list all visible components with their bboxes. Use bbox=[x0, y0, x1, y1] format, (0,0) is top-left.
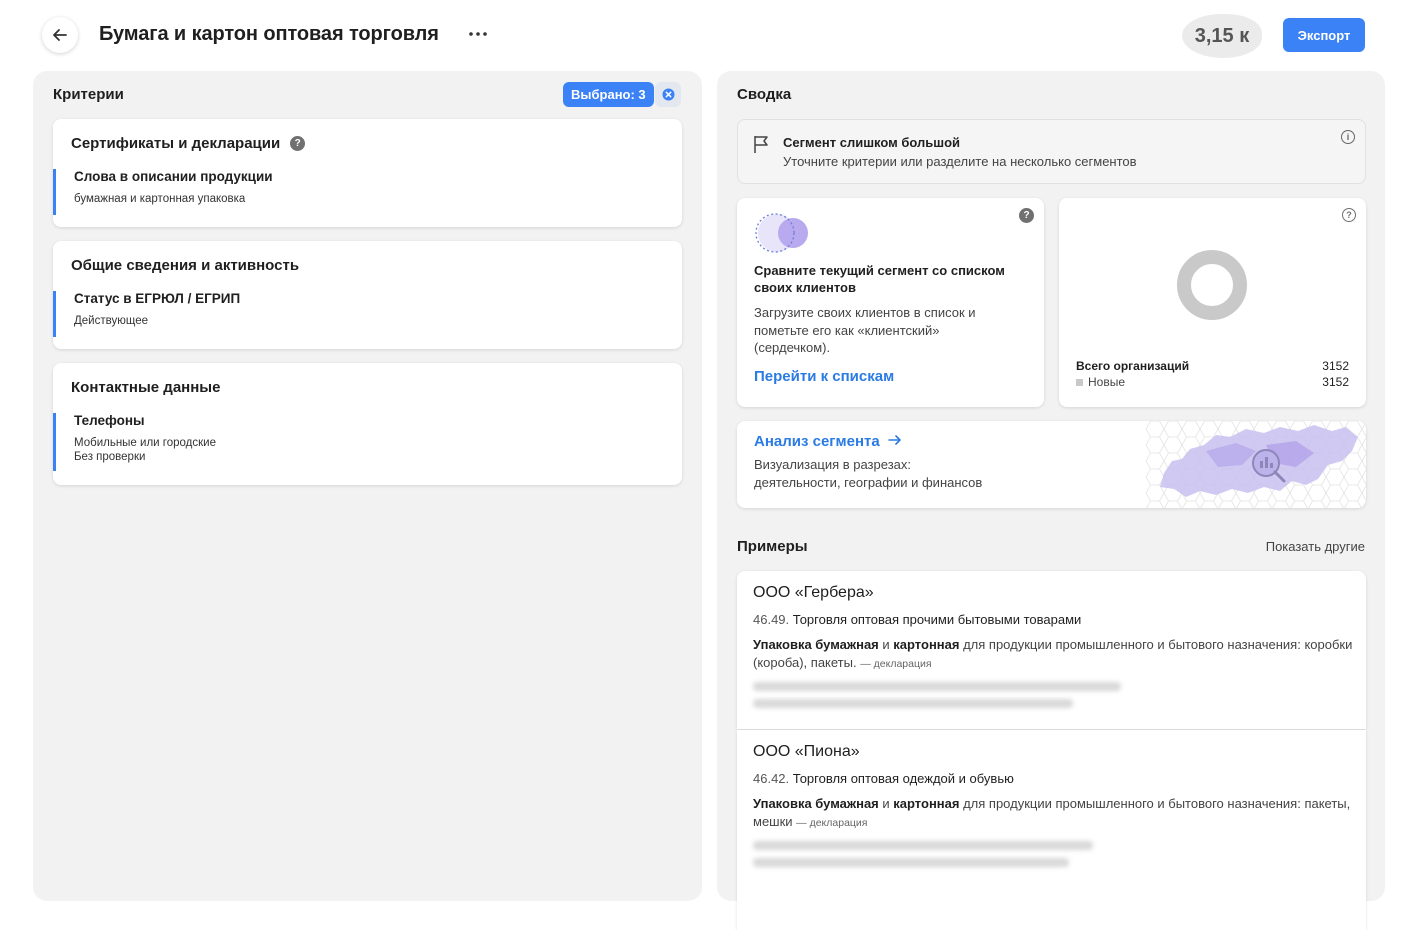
summary-panel: Сводка Сегмент слишком большой Уточните … bbox=[717, 71, 1385, 930]
flag-icon bbox=[754, 136, 768, 153]
compare-title: Сравните текущий сегмент со списком свои… bbox=[754, 263, 1005, 295]
segment-warning: Сегмент слишком большой Уточните критери… bbox=[737, 119, 1366, 184]
stats-total-label: Всего организаций bbox=[1076, 359, 1190, 373]
criteria-panel: Критерии Выбрано: 3 Сертификаты и деклар… bbox=[33, 71, 702, 901]
criteria-card-title: Контактные данные bbox=[71, 379, 220, 396]
criteria-item-value: Действующее bbox=[74, 315, 148, 327]
criteria-card-title: Общие сведения и активность bbox=[71, 257, 299, 274]
segment-analysis-line: деятельности, географии и финансов bbox=[754, 475, 983, 490]
donut-new-segment bbox=[1177, 250, 1247, 320]
criteria-item-value: бумажная и картонная упаковка bbox=[74, 193, 246, 205]
arrow-left-icon bbox=[53, 29, 67, 41]
examples-title: Примеры bbox=[737, 538, 808, 555]
segment-overlap-icon bbox=[755, 213, 808, 253]
company-okved: 46.49. Торговля оптовая прочими бытовыми… bbox=[753, 612, 1081, 627]
warning-title: Сегмент слишком большой bbox=[783, 135, 961, 150]
criteria-card-title-text: Сертификаты и декларации bbox=[71, 135, 281, 152]
stats-total-value: 3152 bbox=[1322, 359, 1349, 373]
segment-analysis-link-text: Анализ сегмента bbox=[754, 433, 880, 450]
show-more-examples-link[interactable]: Показать другие bbox=[1266, 539, 1365, 554]
example-company-card[interactable]: ООО «Пиона» 46.42. Торговля оптовая одеж… bbox=[737, 730, 1366, 930]
okved-text: Торговля оптовая одеждой и обувью bbox=[792, 771, 1014, 786]
okved-code: 46.49. bbox=[753, 612, 790, 627]
company-product-description: Упаковка бумажная и картонная для продук… bbox=[753, 636, 1353, 673]
example-company-card[interactable]: ООО «Гербера» 46.49. Торговля оптовая пр… bbox=[737, 571, 1366, 729]
stats-new-value: 3152 bbox=[1322, 375, 1349, 389]
stats-total-row: Всего организаций 3152 bbox=[1076, 359, 1349, 373]
compare-clients-card: ? Сравните текущий сегмент со списком св… bbox=[737, 198, 1044, 407]
blurred-contacts bbox=[753, 699, 1073, 708]
segment-analysis-text: Визуализация в разрезах: деятельности, г… bbox=[754, 456, 1054, 492]
compare-text: Загрузите своих клиентов в список и поме… bbox=[754, 305, 976, 355]
organizations-donut-chart bbox=[1177, 250, 1247, 320]
blurred-address bbox=[753, 682, 1121, 691]
segment-analysis-line: Визуализация в разрезах: bbox=[754, 457, 911, 472]
criteria-card-general[interactable]: Общие сведения и активность Статус в ЕГР… bbox=[53, 241, 682, 349]
okved-text: Торговля оптовая прочими бытовыми товара… bbox=[792, 612, 1082, 627]
desc-conjunction: и bbox=[882, 637, 890, 652]
legend-swatch bbox=[1076, 379, 1083, 386]
warning-subtitle: Уточните критерии или разделите на неско… bbox=[783, 154, 1137, 169]
criteria-item-title: Слова в описании продукции bbox=[74, 169, 273, 184]
segment-count-badge: 3,15 к bbox=[1182, 14, 1262, 58]
company-name: ООО «Гербера» bbox=[753, 584, 874, 601]
back-button[interactable] bbox=[42, 17, 78, 53]
page-title: Бумага и картон оптовая торговля bbox=[99, 23, 439, 45]
criteria-item[interactable]: Статус в ЕГРЮЛ / ЕГРИП Действующее bbox=[53, 291, 240, 337]
russia-map-illustration bbox=[1146, 421, 1366, 508]
criteria-item[interactable]: Телефоны Мобильные или городские Без про… bbox=[53, 413, 216, 471]
arrow-right-icon bbox=[888, 435, 901, 445]
highlight-word: картонная bbox=[893, 637, 960, 652]
criteria-item-value: Без проверки bbox=[74, 451, 146, 463]
company-product-description: Упаковка бумажная и картонная для продук… bbox=[753, 795, 1353, 832]
blurred-address bbox=[753, 841, 1093, 850]
criteria-item-title: Телефоны bbox=[74, 413, 145, 428]
more-dots-icon bbox=[469, 32, 487, 36]
segment-analysis-link[interactable]: Анализ сегмента bbox=[754, 433, 902, 450]
criteria-title: Критерии bbox=[53, 86, 124, 103]
source-tag: — декларация bbox=[796, 817, 868, 829]
criteria-item[interactable]: Слова в описании продукции бумажная и ка… bbox=[53, 169, 273, 215]
company-okved: 46.42. Торговля оптовая одеждой и обувью bbox=[753, 771, 1014, 786]
criteria-item-value: Мобильные или городские bbox=[74, 437, 216, 449]
selected-count-pill[interactable]: Выбрано: 3 bbox=[563, 82, 654, 107]
stats-new-row: Новые 3152 bbox=[1076, 375, 1349, 389]
stats-new-label-wrap: Новые bbox=[1076, 375, 1125, 389]
help-icon[interactable]: ? bbox=[1342, 208, 1356, 222]
company-name: ООО «Пиона» bbox=[753, 743, 860, 760]
criteria-item-title: Статус в ЕГРЮЛ / ЕГРИП bbox=[74, 291, 241, 306]
desc-conjunction: и bbox=[882, 796, 890, 811]
criteria-card-certificates[interactable]: Сертификаты и декларации ? Слова в описа… bbox=[53, 119, 682, 227]
close-circle-icon bbox=[662, 88, 674, 101]
highlight-word: картонная bbox=[893, 796, 960, 811]
highlight-word: Упаковка бумажная bbox=[753, 796, 879, 811]
segment-analysis-card[interactable]: Анализ сегмента Визуализация в разрезах:… bbox=[737, 421, 1366, 508]
source-tag: — декларация bbox=[860, 658, 932, 670]
help-icon[interactable]: ? bbox=[1019, 208, 1034, 223]
stats-new-label: Новые bbox=[1088, 375, 1126, 389]
go-to-lists-link[interactable]: Перейти к спискам bbox=[754, 368, 894, 385]
export-button[interactable]: Экспорт bbox=[1283, 18, 1365, 52]
info-icon[interactable]: i bbox=[1341, 130, 1355, 144]
criteria-card-title-text: Общие сведения и активность bbox=[71, 257, 300, 274]
criteria-card-contacts[interactable]: Контактные данные Телефоны Мобильные или… bbox=[53, 363, 682, 485]
okved-code: 46.42. bbox=[753, 771, 790, 786]
organizations-stats-card: ? Всего организаций 3152 Новые 3152 bbox=[1059, 198, 1366, 407]
clear-selection-button[interactable] bbox=[655, 82, 681, 107]
highlight-word: Упаковка бумажная bbox=[753, 637, 879, 652]
header: Бумага и картон оптовая торговля 3,15 к … bbox=[0, 0, 1418, 70]
summary-title: Сводка bbox=[737, 86, 792, 103]
more-menu-button[interactable] bbox=[466, 22, 490, 46]
criteria-card-title: Сертификаты и декларации ? bbox=[71, 135, 306, 152]
blurred-contacts bbox=[753, 858, 1069, 867]
criteria-card-title-text: Контактные данные bbox=[71, 379, 221, 396]
help-icon[interactable]: ? bbox=[290, 136, 306, 151]
